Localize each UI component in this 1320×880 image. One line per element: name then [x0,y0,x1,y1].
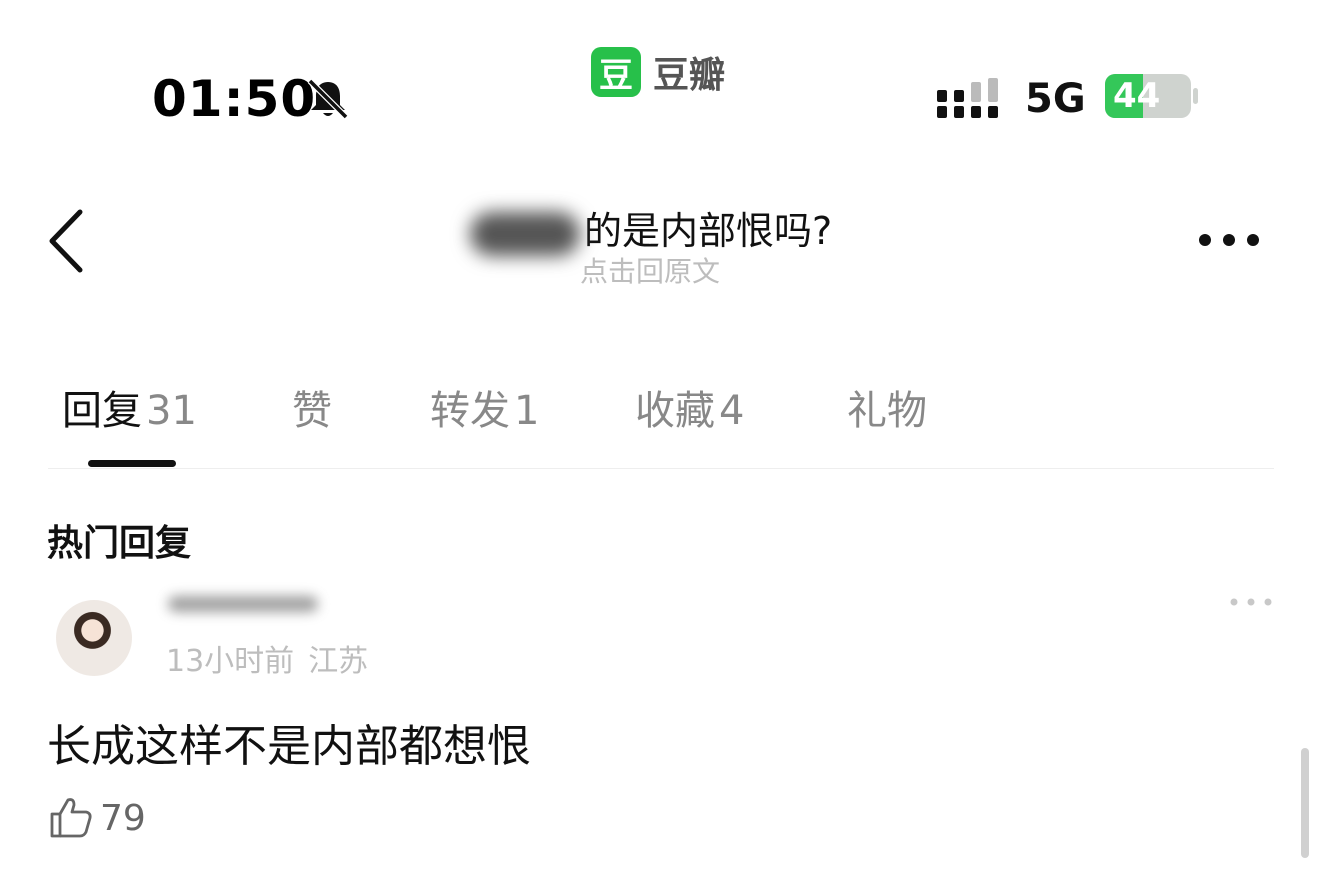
like-count: 79 [100,798,146,839]
comment-text: 长成这样不是内部都想恨 [47,721,531,772]
app-switcher-chip[interactable]: 豆 豆瓣 [591,46,725,98]
comment-meta: 13小时前 江苏 [166,636,368,680]
avatar[interactable] [56,600,132,676]
scrollbar[interactable] [1301,748,1309,858]
battery-icon: 44 [1105,74,1191,118]
network-type: 5G [1025,76,1086,122]
tab-label: 赞 [292,388,332,434]
tab-favorites[interactable]: 收藏 4 [635,378,744,436]
redacted-username [168,596,318,612]
section-title: 热门回复 [47,523,192,564]
back-to-original-link[interactable]: 点击回原文 [580,250,720,290]
comment-time: 13小时前 [166,644,295,679]
tab-reposts[interactable]: 转发 1 [430,378,539,436]
tab-label: 转发 [430,388,510,434]
app-name: 豆瓣 [653,55,726,96]
active-tab-indicator [88,460,176,467]
post-title[interactable]: 的是内部恨吗? [470,200,832,256]
post-title-text: 的是内部恨吗? [584,209,833,253]
tab-gifts[interactable]: 礼物 [847,378,931,436]
battery-percent: 44 [1113,76,1161,116]
tab-label: 礼物 [847,388,927,434]
back-chevron-icon[interactable] [46,208,86,274]
douban-logo: 豆 [591,47,641,97]
tab-label: 收藏 [635,388,715,434]
more-icon[interactable] [1196,230,1262,250]
status-time: 01:50 [152,70,317,128]
battery-nub [1193,88,1198,104]
tab-count: 31 [146,388,197,434]
thumbs-up-icon[interactable] [48,794,94,840]
signal-icon [937,78,998,118]
tab-bar: 回复 31 赞 转发 1 收藏 4 礼物 [0,370,1320,440]
redacted-blur [470,211,580,256]
comment-more-icon[interactable] [1228,596,1274,608]
tab-likes[interactable]: 赞 [292,378,336,436]
divider [48,468,1274,469]
tab-count: 4 [719,388,745,434]
tab-count: 1 [514,388,540,434]
tab-label: 回复 [62,388,142,434]
tab-replies[interactable]: 回复 31 [62,378,197,436]
comment-location: 江苏 [308,644,369,679]
bell-muted-icon [307,78,349,120]
